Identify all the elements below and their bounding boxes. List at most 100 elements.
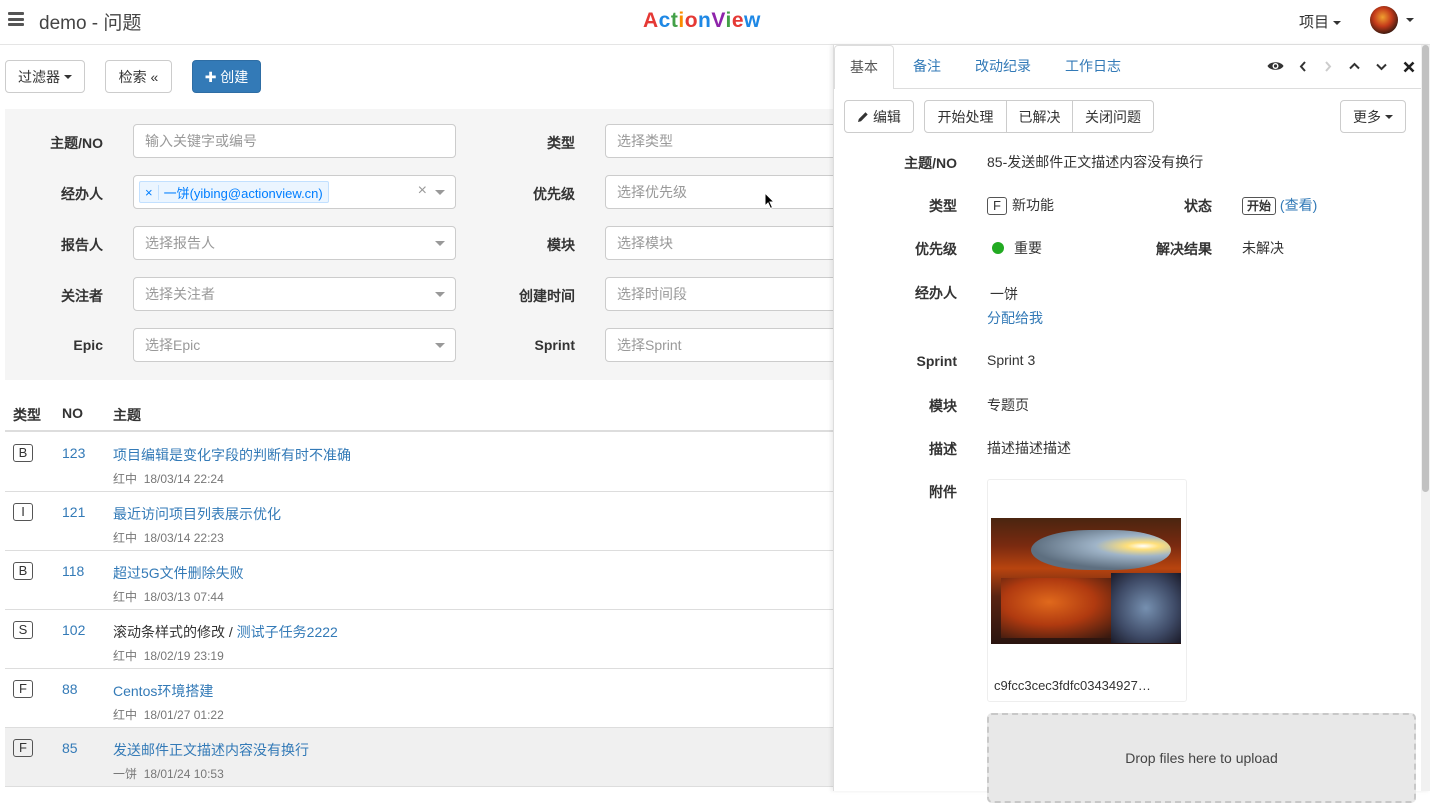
brand-logo[interactable]: ActionView: [643, 9, 761, 33]
type-filter-select[interactable]: 选择类型: [605, 124, 845, 158]
status-view-link[interactable]: (查看): [1280, 197, 1317, 213]
issue-no-link[interactable]: 88: [62, 681, 78, 697]
edit-button-label: 编辑: [872, 108, 901, 125]
assignee-tag: × 一饼(yibing@actionview.cn): [139, 181, 329, 203]
chevron-down-icon[interactable]: [1376, 63, 1387, 71]
assignee-filter-select[interactable]: × 一饼(yibing@actionview.cn) ×: [133, 175, 456, 209]
type-filter-label: 类型: [547, 135, 575, 151]
project-menu[interactable]: 项目: [1299, 11, 1342, 32]
avatar[interactable]: [1370, 6, 1398, 34]
thumbnail-rock: [1001, 578, 1121, 638]
chevron-down-icon[interactable]: [1406, 18, 1414, 22]
prev-issue-icon[interactable]: [1299, 61, 1307, 72]
tab-worklog[interactable]: 工作日志: [1057, 45, 1129, 89]
start-progress-button[interactable]: 开始处理: [924, 100, 1007, 133]
search-toggle-button[interactable]: 检索 «: [105, 60, 172, 93]
resolve-button[interactable]: 已解决: [1006, 100, 1073, 133]
tab-history[interactable]: 改动纪录: [967, 45, 1039, 89]
brand-letter: n: [698, 9, 712, 32]
scrollbar-thumb[interactable]: [1422, 45, 1429, 492]
issue-title-link[interactable]: 超过5G文件删除失败: [113, 563, 244, 583]
module-filter-label: 模块: [547, 237, 575, 253]
tab-basic[interactable]: 基本: [834, 45, 894, 89]
sprint-filter-select[interactable]: 选择Sprint: [605, 328, 845, 362]
watcher-filter-label: 关注者: [61, 288, 103, 304]
issue-reporter: 红中: [113, 590, 138, 604]
subject-filter-input[interactable]: 输入关键字或编号: [133, 124, 456, 158]
table-row[interactable]: F 88 Centos环境搭建 红中 18/01/27 01:22: [5, 669, 833, 728]
table-row[interactable]: B 118 超过5G文件删除失败 红中 18/03/13 07:44: [5, 551, 833, 610]
sprint-filter-label: Sprint: [534, 337, 575, 353]
assign-to-me-link[interactable]: 分配给我: [987, 308, 1043, 328]
project-menu-label: 项目: [1299, 14, 1330, 31]
issue-reporter: 红中: [113, 531, 138, 545]
table-row[interactable]: I 121 最近访问项目列表展示优化 红中 18/03/14 22:23: [5, 492, 833, 551]
brand-letter: w: [744, 9, 761, 32]
detail-scrollbar[interactable]: [1421, 45, 1430, 791]
field-label: 优先级: [915, 241, 957, 257]
attachment-thumbnail[interactable]: [991, 518, 1181, 644]
close-issue-button[interactable]: 关闭问题: [1072, 100, 1154, 133]
issue-time: 18/03/14 22:23: [143, 531, 224, 545]
reporter-filter-select[interactable]: 选择报告人: [133, 226, 456, 260]
issue-no-link[interactable]: 85: [62, 740, 78, 756]
subtask-title-link[interactable]: 测试子任务2222: [237, 624, 338, 640]
created-filter-label: 创建时间: [519, 288, 575, 304]
priority-filter-select[interactable]: 选择优先级: [605, 175, 845, 209]
filter-button[interactable]: 过滤器: [5, 60, 85, 93]
clear-icon[interactable]: ×: [418, 182, 427, 200]
type-badge: F: [987, 197, 1007, 215]
table-row[interactable]: B 123 项目编辑是变化字段的判断有时不准确 红中 18/03/14 22:2…: [5, 433, 833, 492]
edit-button[interactable]: 编辑: [844, 100, 914, 133]
issue-no-link[interactable]: 121: [62, 504, 85, 520]
issue-meta: 红中 18/02/19 23:19: [113, 647, 224, 664]
issue-meta: 一饼 18/01/24 10:53: [113, 765, 224, 782]
more-button[interactable]: 更多: [1340, 100, 1406, 133]
close-issue-label: 关闭问题: [1085, 108, 1141, 125]
close-icon[interactable]: [1403, 61, 1415, 73]
issue-resolution: 未解决: [1242, 240, 1284, 256]
col-subject-header[interactable]: 主题: [113, 405, 141, 425]
table-header: 类型 NO 主题: [5, 396, 833, 432]
type-badge: B: [13, 444, 33, 462]
issue-title-link: 滚动条样式的修改 / 测试子任务2222: [113, 622, 338, 642]
epic-filter-placeholder: 选择Epic: [145, 337, 201, 353]
issue-no-link[interactable]: 123: [62, 445, 85, 461]
chevron-down-icon[interactable]: [435, 190, 445, 195]
type-badge: I: [13, 503, 33, 521]
table-row[interactable]: S 102 滚动条样式的修改 / 测试子任务2222 红中 18/02/19 2…: [5, 610, 833, 669]
priority-dot-icon: [992, 242, 1004, 254]
col-no-header[interactable]: NO: [62, 405, 83, 421]
field-label: 状态: [1184, 198, 1212, 214]
table-row-selected[interactable]: F 85 发送邮件正文描述内容没有换行 一饼 18/01/24 10:53: [5, 728, 833, 787]
issue-title-link[interactable]: 最近访问项目列表展示优化: [113, 504, 281, 524]
menu-icon[interactable]: [8, 12, 24, 26]
brand-letter: c: [658, 9, 671, 32]
watcher-filter-select[interactable]: 选择关注者: [133, 277, 456, 311]
issue-title-link[interactable]: 项目编辑是变化字段的判断有时不准确: [113, 445, 351, 465]
attachment-card[interactable]: c9fcc3cec3fdfc03434927…: [987, 479, 1187, 702]
parent-issue-title[interactable]: 滚动条样式的修改 /: [113, 624, 237, 640]
col-type-header[interactable]: 类型: [13, 405, 41, 425]
brand-letter: A: [643, 9, 659, 32]
module-filter-select[interactable]: 选择模块: [605, 226, 845, 260]
tab-comments[interactable]: 备注: [904, 45, 950, 89]
epic-filter-select[interactable]: 选择Epic: [133, 328, 456, 362]
type-badge: B: [13, 562, 33, 580]
issue-time: 18/03/13 07:44: [143, 590, 224, 604]
issue-no-link[interactable]: 118: [62, 563, 84, 579]
chevron-up-icon[interactable]: [1349, 62, 1360, 70]
issue-no-link[interactable]: 102: [62, 622, 85, 638]
issue-title-link[interactable]: 发送邮件正文描述内容没有换行: [113, 740, 309, 760]
issue-title-link[interactable]: Centos环境搭建: [113, 681, 213, 701]
created-filter-select[interactable]: 选择时间段: [605, 277, 845, 311]
create-button[interactable]: ✚ 创建: [192, 60, 261, 93]
tag-remove-icon[interactable]: ×: [140, 184, 159, 200]
priority-filter-placeholder: 选择优先级: [617, 184, 687, 200]
next-issue-icon[interactable]: [1324, 61, 1332, 72]
attachment-filename[interactable]: c9fcc3cec3fdfc03434927…: [994, 678, 1151, 693]
issue-time: 18/03/14 22:24: [143, 472, 224, 486]
page-title: demo - 问题: [39, 13, 142, 34]
watch-eye-icon[interactable]: [1267, 60, 1284, 72]
upload-dropzone[interactable]: Drop files here to upload: [987, 713, 1416, 803]
